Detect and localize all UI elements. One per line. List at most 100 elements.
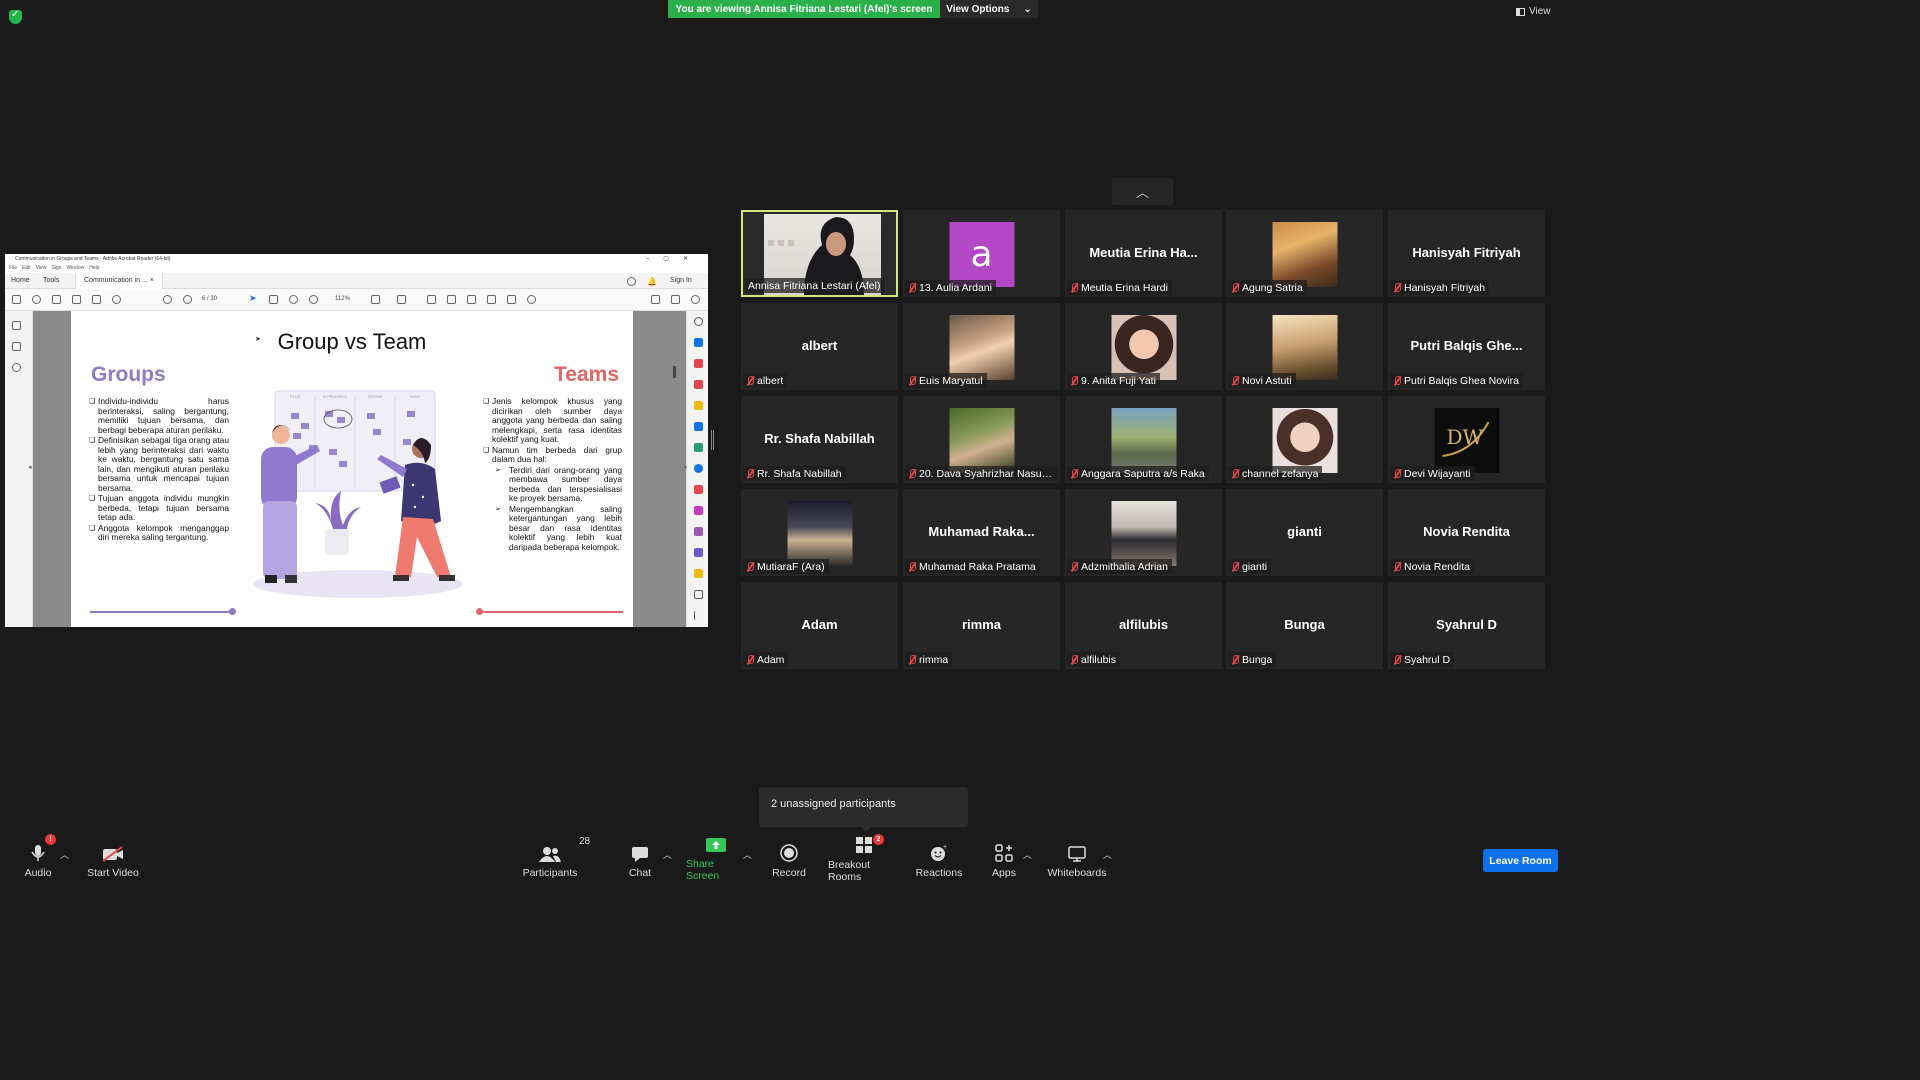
zoom-level: 112% — [335, 296, 350, 302]
unassigned-participants-tooltip: 2 unassigned participants — [759, 787, 968, 827]
participant-name: Muhamad Raka Pratama — [919, 560, 1036, 573]
participant-tile[interactable]: Hanisyah Fitriyah Hanisyah Fitriyah — [1388, 210, 1545, 297]
groups-heading: Groups — [91, 363, 166, 386]
participant-tile[interactable]: Meutia Erina Ha... Meutia Erina Hardi — [1065, 210, 1222, 297]
audio-button[interactable]: ! Audio — [20, 834, 56, 882]
audio-options-chevron-icon[interactable]: ︿ — [60, 848, 69, 861]
acrobat-left-rail: ◂ — [5, 311, 33, 627]
participant-tile[interactable]: rimma rimma — [903, 582, 1060, 669]
participant-tile[interactable]: Adzmithalia Adrian — [1065, 489, 1222, 576]
muted-mic-icon — [908, 282, 916, 293]
participant-name-label: rimma — [905, 652, 953, 667]
participant-tile[interactable]: Novia Rendita Novia Rendita — [1388, 489, 1545, 576]
participant-name: channel zefanya — [1242, 467, 1319, 480]
participant-tile[interactable]: gianti gianti — [1226, 489, 1383, 576]
muted-mic-icon — [1070, 468, 1078, 479]
chat-button[interactable]: Chat — [626, 836, 654, 882]
save-icon — [12, 295, 21, 304]
participant-display-name: Putri Balqis Ghe... — [1410, 338, 1523, 353]
teams-heading: Teams — [554, 363, 619, 386]
start-video-button[interactable]: Start Video — [86, 836, 140, 882]
apps-options-chevron-icon[interactable]: ︿ — [1023, 848, 1032, 861]
encryption-shield-icon[interactable] — [9, 9, 22, 24]
muted-mic-icon — [1393, 654, 1401, 665]
participant-name-label: Euis Maryatul — [905, 373, 987, 388]
participant-name: Novia Rendita — [1404, 560, 1470, 573]
participants-icon — [539, 847, 561, 862]
participant-display-name: Rr. Shafa Nabillah — [764, 431, 875, 446]
reactions-button[interactable]: + Reactions — [916, 836, 963, 882]
participant-tile[interactable]: DW Devi Wijayanti — [1388, 396, 1545, 483]
comment-icon — [427, 295, 436, 304]
participant-tile[interactable]: albert albert — [741, 303, 898, 390]
participant-name-label: Novia Rendita — [1390, 559, 1474, 574]
participant-tile[interactable]: alfilubis alfilubis — [1065, 582, 1222, 669]
participant-tile[interactable]: Bunga Bunga — [1226, 582, 1383, 669]
participant-tile[interactable]: MutiaraF (Ara) — [741, 489, 898, 576]
participant-name-label: Annisa Fitriana Lestari (Afel) — [745, 278, 885, 293]
participant-tile[interactable]: channel zefanya — [1226, 396, 1383, 483]
participant-tile[interactable]: Muhamad Raka... Muhamad Raka Pratama — [903, 489, 1060, 576]
participant-tile[interactable]: Adam Adam — [741, 582, 898, 669]
shared-screen[interactable]: Communication in Groups and Teams - Adob… — [5, 254, 708, 627]
participant-name-label: Devi Wijayanti — [1390, 466, 1475, 481]
participant-tile[interactable]: Novi Astuti — [1226, 303, 1383, 390]
more-tools-icon — [694, 590, 703, 599]
chat-options-chevron-icon[interactable]: ︿ — [663, 848, 672, 861]
muted-mic-icon — [746, 654, 754, 665]
participant-name: Adzmithalia Adrian — [1081, 560, 1168, 573]
view-button[interactable]: View — [1516, 6, 1551, 17]
leave-room-button[interactable]: Leave Room — [1483, 849, 1558, 872]
participant-name: 20. Dava Syahrizhar Nasution — [919, 467, 1054, 480]
share-screen-button[interactable]: Share Screen — [686, 836, 746, 882]
whiteboards-button[interactable]: Whiteboards — [1047, 836, 1107, 882]
participants-button[interactable]: 28 Participants — [523, 836, 591, 882]
account-icon — [691, 295, 700, 304]
gallery-page-up-button[interactable]: ︿ — [1112, 178, 1173, 205]
record-button[interactable]: Record — [771, 836, 807, 882]
participant-tile[interactable]: Syahrul D Syahrul D — [1388, 582, 1545, 669]
microphone-icon — [31, 845, 45, 861]
menu-view: View — [35, 265, 47, 271]
apps-button[interactable]: Apps — [990, 836, 1018, 882]
record-icon — [780, 844, 798, 862]
chevron-up-icon: ︿ — [1135, 185, 1149, 200]
participant-tile[interactable]: Euis Maryatul — [903, 303, 1060, 390]
rotate-icon — [527, 295, 536, 304]
participant-tile[interactable]: Agung Satria — [1226, 210, 1383, 297]
pages-panel-icon — [12, 321, 21, 330]
participant-tile[interactable]: Rr. Shafa Nabillah Rr. Shafa Nabillah — [741, 396, 898, 483]
split-resize-handle[interactable] — [711, 430, 714, 450]
muted-mic-icon — [1393, 468, 1401, 479]
participant-tile[interactable]: Putri Balqis Ghe... Putri Balqis Ghea Nov… — [1388, 303, 1545, 390]
participant-name: Hanisyah Fitriyah — [1404, 281, 1486, 294]
participant-display-name: Hanisyah Fitriyah — [1412, 245, 1521, 260]
breakout-rooms-button[interactable]: 2 Breakout Rooms — [828, 834, 900, 883]
participant-avatar — [1111, 408, 1176, 473]
muted-mic-icon — [1231, 375, 1239, 386]
mouse-cursor-icon: ➤ — [255, 336, 261, 343]
participant-tile[interactable]: Annisa Fitriana Lestari (Afel) — [741, 210, 898, 297]
muted-mic-icon — [908, 468, 916, 479]
muted-mic-icon — [746, 561, 754, 572]
sign-in-link: Sign In — [670, 277, 692, 284]
groups-point: Definisikan sebagai tiga orang atau lebi… — [89, 435, 229, 493]
muted-mic-icon — [908, 375, 916, 386]
participant-tile[interactable]: Anggara Saputra a/s Raka — [1065, 396, 1222, 483]
muted-mic-icon — [1231, 561, 1239, 572]
participant-name: Adam — [757, 653, 785, 666]
participant-name-label: Agung Satria — [1228, 280, 1307, 295]
view-options-button[interactable]: View Options ⌄ — [940, 0, 1038, 18]
share-options-chevron-icon[interactable]: ︿ — [743, 848, 752, 861]
teams-point: Namun tim berbeda dari grup dalam dua ha… — [483, 445, 622, 465]
whiteboards-options-chevron-icon[interactable]: ︿ — [1103, 848, 1112, 861]
teamwork-illustration: TO DO IN PROGRESS TESTING DONE — [253, 390, 463, 598]
participant-avatar — [1111, 315, 1176, 380]
participant-name: albert — [757, 374, 784, 387]
teams-subpoint: Mengembangkan saling ketergantungan yang… — [483, 504, 622, 553]
participant-tile[interactable]: 20. Dava Syahrizhar Nasution — [903, 396, 1060, 483]
participant-tile[interactable]: 9. Anita Fuji Yati — [1065, 303, 1222, 390]
participant-name-label: Anggara Saputra a/s Raka — [1067, 466, 1209, 481]
participant-tile[interactable]: a 13. Aulia Ardani — [903, 210, 1060, 297]
record-label: Record — [772, 867, 806, 879]
